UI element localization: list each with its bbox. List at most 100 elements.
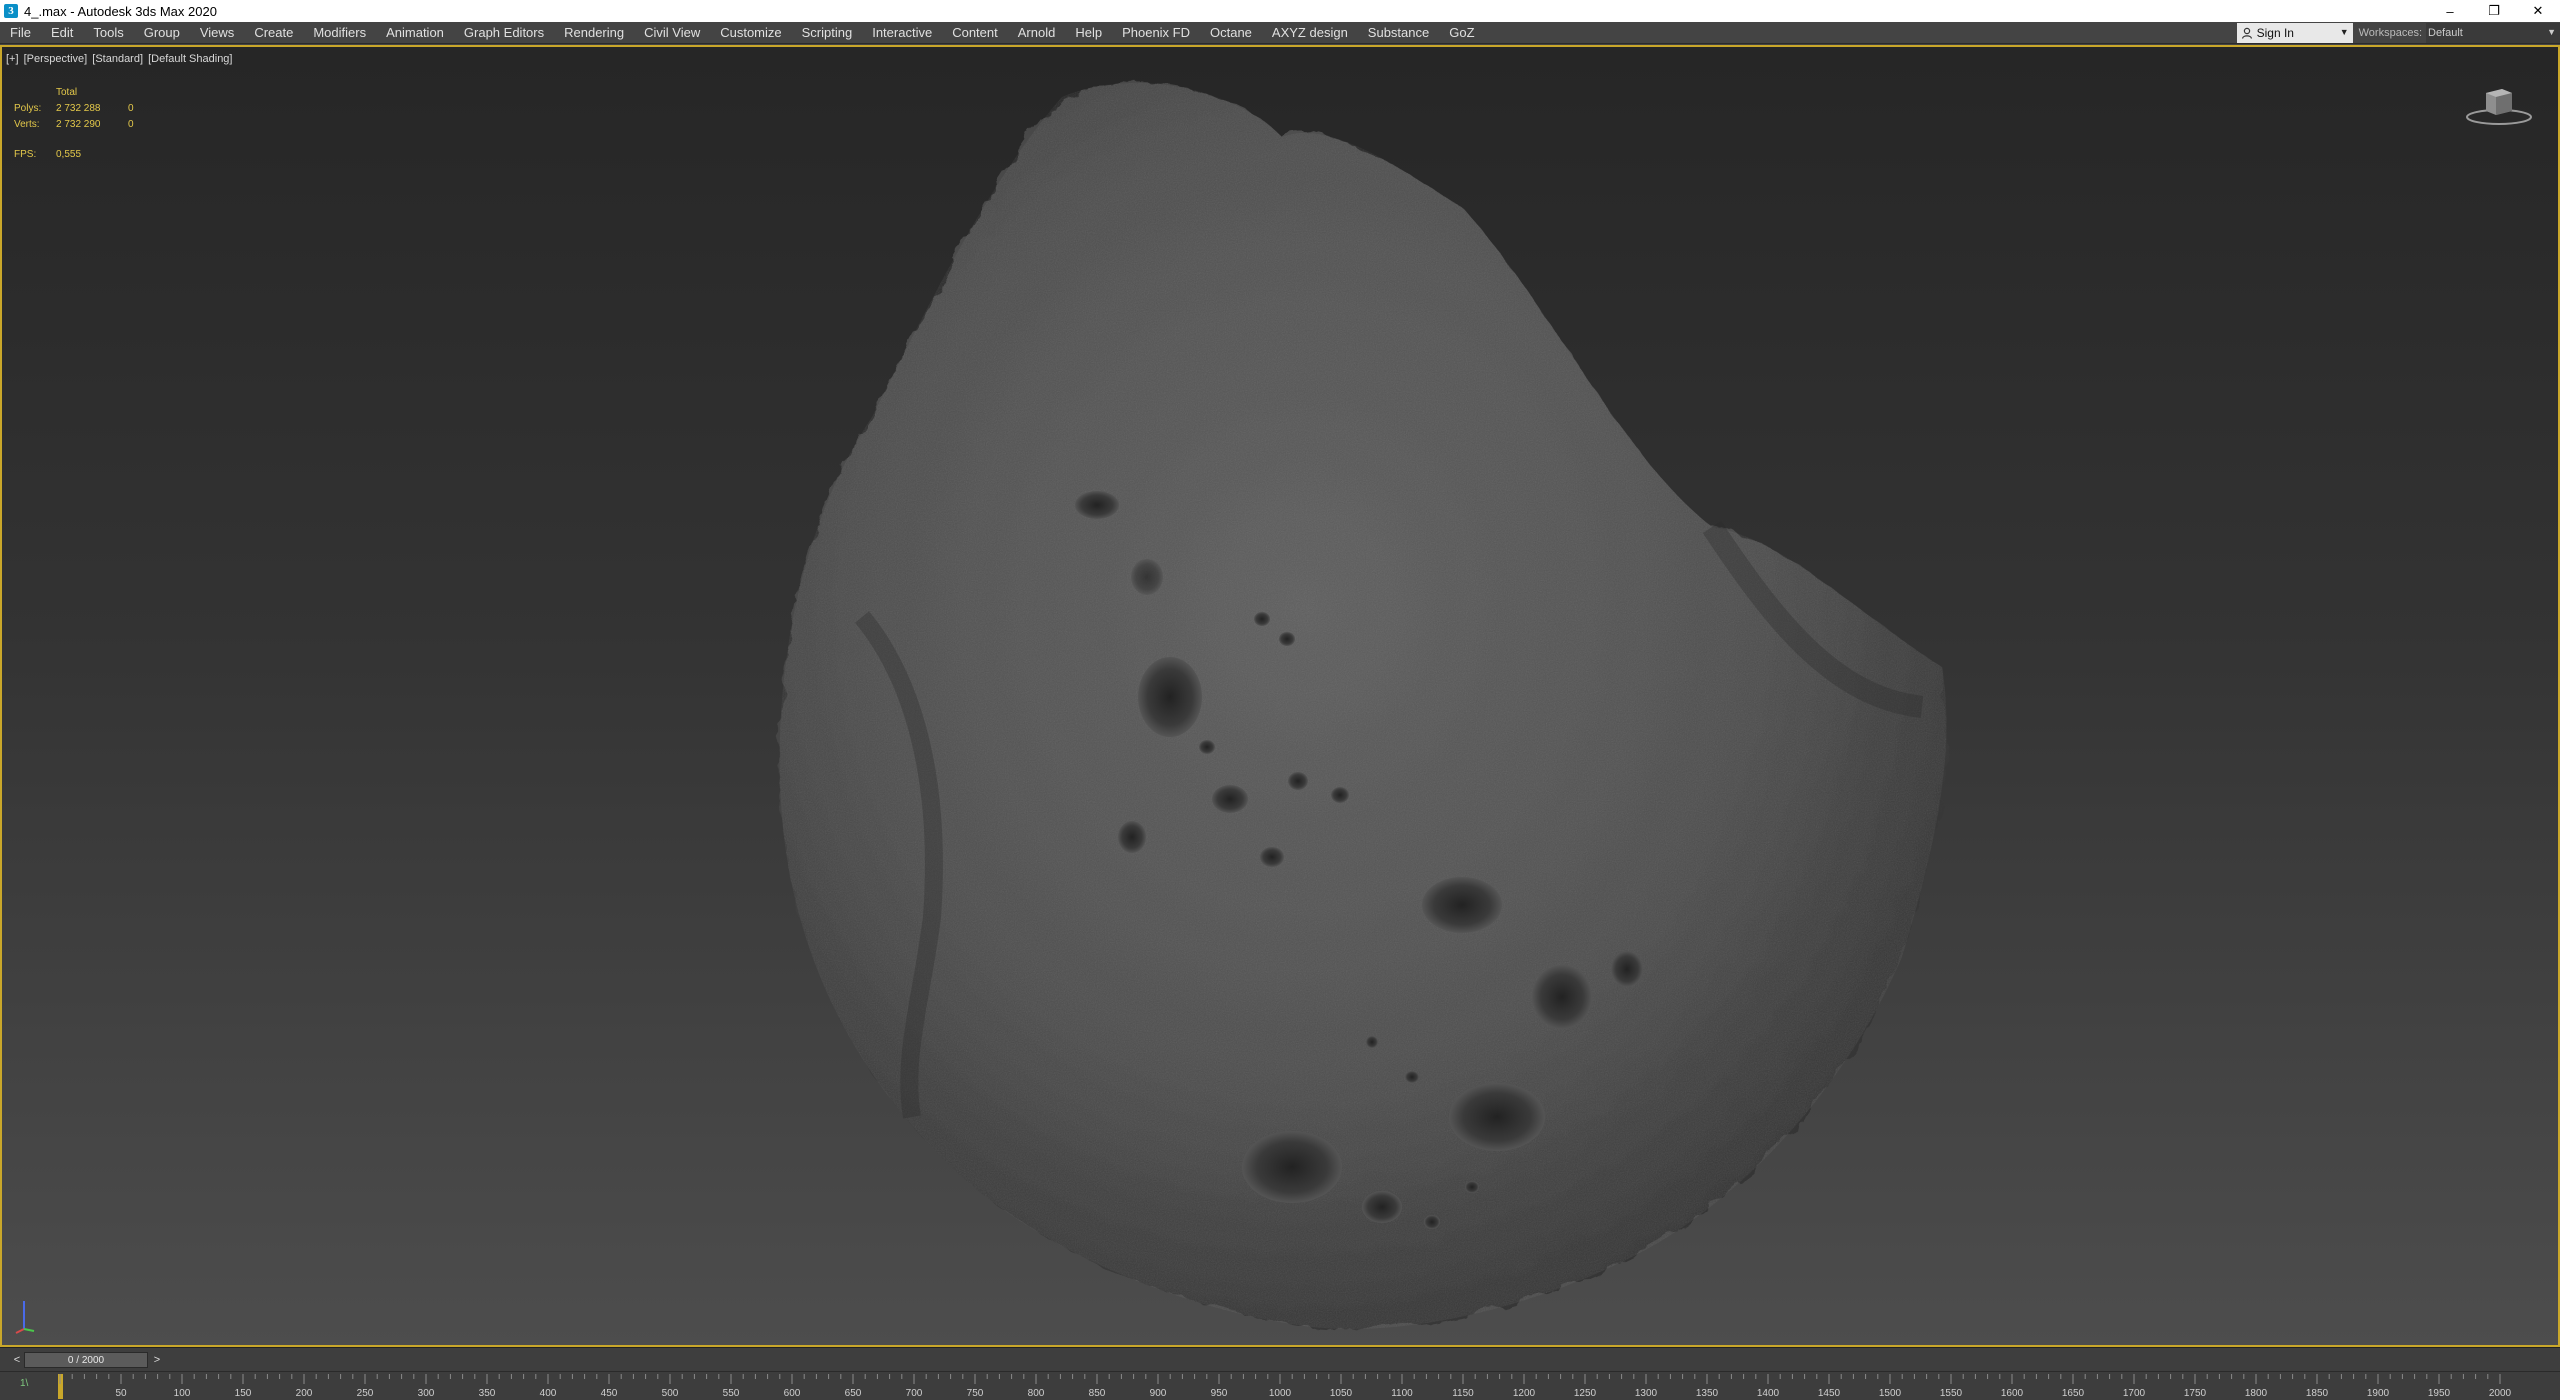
3dsmax-app-icon[interactable]: 3 [4,4,18,18]
menu-tools[interactable]: Tools [83,22,133,44]
track-tick-label: 1600 [2001,1388,2024,1399]
chevron-down-icon: ▼ [2547,27,2556,37]
track-tick-label: 1350 [1696,1388,1719,1399]
track-tick-label: 1700 [2123,1388,2146,1399]
track-tick-label: 1400 [1757,1388,1780,1399]
menu-graph-editors[interactable]: Graph Editors [454,22,554,44]
perspective-viewport[interactable]: [+] [Perspective] [Standard] [Default Sh… [0,45,2560,1347]
menu-arnold[interactable]: Arnold [1008,22,1066,44]
menu-group[interactable]: Group [134,22,190,44]
close-button[interactable]: ✕ [2516,0,2560,22]
menu-customize[interactable]: Customize [710,22,791,44]
track-tick-label: 250 [357,1388,374,1399]
sign-in-dropdown[interactable]: Sign In ▼ [2236,23,2353,43]
track-tick-label: 150 [235,1388,252,1399]
menu-content[interactable]: Content [942,22,1008,44]
track-tick-label: 550 [723,1388,740,1399]
track-tick-label: 1650 [2062,1388,2085,1399]
asteroid-mesh[interactable] [672,57,1972,1347]
menu-file[interactable]: File [0,22,41,44]
menu-substance[interactable]: Substance [1358,22,1439,44]
menu-civil-view[interactable]: Civil View [634,22,710,44]
track-tick-label: 1950 [2428,1388,2451,1399]
track-tick-label: 200 [296,1388,313,1399]
track-bar[interactable]: 50 100 150 200 250 300 350 400 450 500 550 600 650 70… [0,1371,2560,1400]
track-tick-label: 1000 [1269,1388,1292,1399]
track-tick-label: 1250 [1574,1388,1597,1399]
viewport-standard-menu[interactable]: [Standard] [92,53,143,65]
polys-selected: 0 [128,103,134,114]
menu-animation[interactable]: Animation [376,22,454,44]
sign-in-label: Sign In [2256,26,2294,40]
viewport-statistics: Total Polys: 2 732 288 0 Verts: 2 732 29… [14,85,134,163]
window-controls: – ❐ ✕ [2428,0,2560,22]
time-slider: < 0 / 2000 > [0,1347,2560,1371]
menu-octane[interactable]: Octane [1200,22,1262,44]
workspaces-dropdown[interactable]: Default ▼ [2426,23,2560,43]
track-tick-label: 750 [967,1388,984,1399]
menu-interactive[interactable]: Interactive [862,22,942,44]
menu-modifiers[interactable]: Modifiers [303,22,376,44]
track-tick-label: 1850 [2306,1388,2329,1399]
polys-label: Polys: [14,103,42,114]
track-tick-label: 100 [174,1388,191,1399]
stats-polys-row: Polys: 2 732 288 0 [14,101,134,117]
time-slider-thumb[interactable]: 0 / 2000 [24,1352,148,1368]
track-key-marker: 1\ [20,1378,29,1389]
menu-axyz-design[interactable]: AXYZ design [1262,22,1358,44]
verts-total: 2 732 290 [56,119,101,130]
viewcube-icon[interactable] [2464,83,2534,127]
track-tick-label: 2000 [2489,1388,2512,1399]
fps-value: 0,555 [56,149,82,160]
previous-frame-button[interactable]: < [10,1352,24,1368]
track-tick-label: 1050 [1330,1388,1353,1399]
chevron-down-icon: ▼ [2339,27,2349,37]
stats-fps-row: FPS: 0,555 [14,147,134,163]
track-tick-label: 1550 [1940,1388,1963,1399]
track-tick-label: 1100 [1391,1388,1413,1399]
viewport-general-menu[interactable]: [+] [6,53,19,65]
track-tick-label: 300 [418,1388,435,1399]
next-frame-button[interactable]: > [150,1352,164,1368]
viewport-point-of-view-menu[interactable]: [Perspective] [24,53,88,65]
viewport-label: [+] [Perspective] [Standard] [Default Sh… [6,53,234,65]
menu-help[interactable]: Help [1065,22,1112,44]
track-bar-ruler: 50 100 150 200 250 300 350 400 450 500 550 600 650 70… [58,1374,2512,1399]
menu-phoenix-fd[interactable]: Phoenix FD [1112,22,1200,44]
menu-views[interactable]: Views [190,22,244,44]
polys-total: 2 732 288 [56,103,101,114]
menu-create[interactable]: Create [244,22,303,44]
stats-verts-row: Verts: 2 732 290 0 [14,117,134,133]
menu-bar: File Edit Tools Group Views Create Modif… [0,22,2560,44]
track-tick-label: 1800 [2245,1388,2268,1399]
fps-label: FPS: [14,149,37,160]
restore-button[interactable]: ❐ [2472,0,2516,22]
menu-scripting[interactable]: Scripting [792,22,863,44]
title-bar: 3 4_.max - Autodesk 3ds Max 2020 – ❐ ✕ [0,0,2560,22]
window-title: 4_.max - Autodesk 3ds Max 2020 [24,3,217,19]
viewport-shading-menu[interactable]: [Default Shading] [148,53,232,65]
workspace-value: Default [2428,27,2463,39]
track-tick-label: 1300 [1635,1388,1658,1399]
menu-right-area: Sign In ▼ Workspaces: Default ▼ [2236,22,2560,44]
track-tick-label: 1900 [2367,1388,2390,1399]
verts-selected: 0 [128,119,134,130]
track-tick-label: 50 [115,1388,127,1399]
track-tick-label: 900 [1150,1388,1167,1399]
track-tick-label: 1200 [1513,1388,1536,1399]
workspaces-label: Workspaces: [2358,27,2422,39]
minimize-button[interactable]: – [2428,0,2472,22]
user-icon [2241,27,2252,39]
axis-tripod-icon [15,1301,35,1334]
menu-rendering[interactable]: Rendering [554,22,634,44]
track-tick-label: 350 [479,1388,496,1399]
track-tick-label: 1750 [2184,1388,2207,1399]
menu-edit[interactable]: Edit [41,22,83,44]
track-tick-label: 650 [845,1388,862,1399]
track-tick-label: 1450 [1818,1388,1841,1399]
track-tick-label: 800 [1028,1388,1045,1399]
track-tick-label: 400 [540,1388,557,1399]
menu-goz[interactable]: GoZ [1439,22,1484,44]
track-tick-label: 1500 [1879,1388,1902,1399]
track-tick-label: 1150 [1452,1388,1474,1399]
